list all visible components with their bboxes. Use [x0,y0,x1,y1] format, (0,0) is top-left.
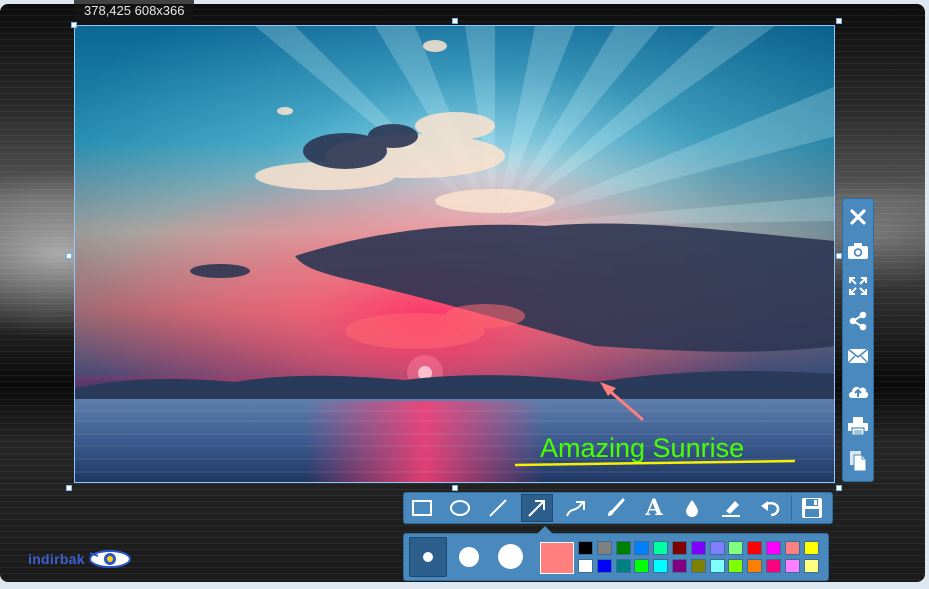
resize-handle-s[interactable] [452,485,458,491]
brush-tool-button[interactable] [599,494,631,522]
highlighter-icon [722,501,740,517]
share-icon [849,311,867,331]
share-button[interactable] [844,307,872,335]
text-tool-icon: A [645,495,663,521]
resize-handle-se[interactable] [836,485,842,491]
arrow-tool-button[interactable] [521,494,553,522]
sunset-photo: Amazing Sunrise [75,26,834,482]
rectangle-tool-button[interactable] [406,494,438,522]
eye-logo-icon [88,550,131,568]
size-medium-button[interactable] [454,542,486,574]
drawing-toolbar: A [403,492,833,524]
color-swatch[interactable] [766,541,781,555]
color-swatch[interactable] [653,541,669,555]
color-swatch[interactable] [672,541,687,555]
capture-region[interactable]: Amazing Sunrise [74,25,835,483]
save-icon [802,498,822,518]
current-color-swatch[interactable] [540,542,574,574]
color-swatch[interactable] [672,559,687,573]
capture-button[interactable] [844,237,872,265]
color-swatch[interactable] [784,541,800,555]
curved-arrow-icon [566,501,585,517]
options-pointer [537,526,553,534]
toolbar-divider [791,495,792,521]
color-swatch[interactable] [690,541,706,555]
size-small-dot [423,552,433,562]
blur-tool-button[interactable] [676,494,708,522]
undo-button[interactable] [754,494,786,522]
selection-coordinates-label: 378,425 608x366 [74,0,195,22]
color-swatch[interactable] [596,541,612,555]
rectangle-icon [412,500,432,516]
copy-button[interactable] [844,447,872,475]
color-swatch[interactable] [747,559,763,573]
resize-handle-n[interactable] [452,18,458,24]
side-toolbar [842,198,874,482]
color-swatch[interactable] [596,559,612,573]
color-swatch[interactable] [709,541,725,555]
curved-arrow-tool-button[interactable] [561,494,593,522]
color-swatch[interactable] [766,559,781,573]
camera-icon [848,243,868,259]
color-swatch[interactable] [634,541,650,555]
email-button[interactable] [844,342,872,370]
ellipse-tool-button[interactable] [444,494,476,522]
resize-handle-sw[interactable] [66,485,72,491]
color-swatch[interactable] [747,541,763,555]
print-icon [848,417,868,436]
color-swatch[interactable] [578,541,593,555]
color-swatch[interactable] [728,541,744,555]
color-swatch[interactable] [709,559,725,573]
highlighter-tool-button[interactable] [715,494,747,522]
color-swatch[interactable] [784,559,800,573]
color-swatch[interactable] [803,541,819,555]
coords-text: 378,425 608x366 [84,3,185,18]
copy-icon [850,451,867,472]
close-button[interactable] [844,203,872,231]
close-icon [850,209,866,225]
brush-icon [608,498,625,516]
color-swatch[interactable] [690,559,706,573]
arrow-icon [528,500,545,517]
mail-icon [847,348,869,364]
color-swatch[interactable] [615,559,631,573]
fullscreen-icon [849,277,867,295]
annotation-text[interactable]: Amazing Sunrise [540,433,744,463]
color-swatch[interactable] [615,541,631,555]
color-swatch[interactable] [634,559,650,573]
color-swatch[interactable] [578,559,593,573]
droplet-icon [686,500,698,517]
fullscreen-button[interactable] [844,272,872,300]
options-panel [403,526,829,581]
resize-handle-w[interactable] [66,253,72,259]
ellipse-icon [450,500,470,516]
line-icon [489,499,507,517]
save-button[interactable] [796,494,828,522]
resize-handle-nw[interactable] [71,22,77,28]
screen: Amazing Sunrise 378,425 608x366 A indirb… [0,0,929,589]
size-small-button[interactable] [409,537,447,577]
size-large-dot [498,544,523,569]
text-tool-button[interactable]: A [638,494,670,522]
color-swatch[interactable] [803,559,819,573]
size-large-button[interactable] [494,540,530,576]
color-swatch[interactable] [653,559,669,573]
upload-button[interactable] [844,377,872,405]
print-button[interactable] [844,412,872,440]
color-swatch[interactable] [728,559,744,573]
size-medium-dot [459,547,479,567]
line-tool-button[interactable] [482,494,514,522]
logo-text: indirbak [28,551,85,567]
cloud-upload-icon [849,386,869,398]
brand-logo: indirbak [28,548,132,570]
undo-icon [761,501,780,517]
resize-handle-ne[interactable] [836,18,842,24]
